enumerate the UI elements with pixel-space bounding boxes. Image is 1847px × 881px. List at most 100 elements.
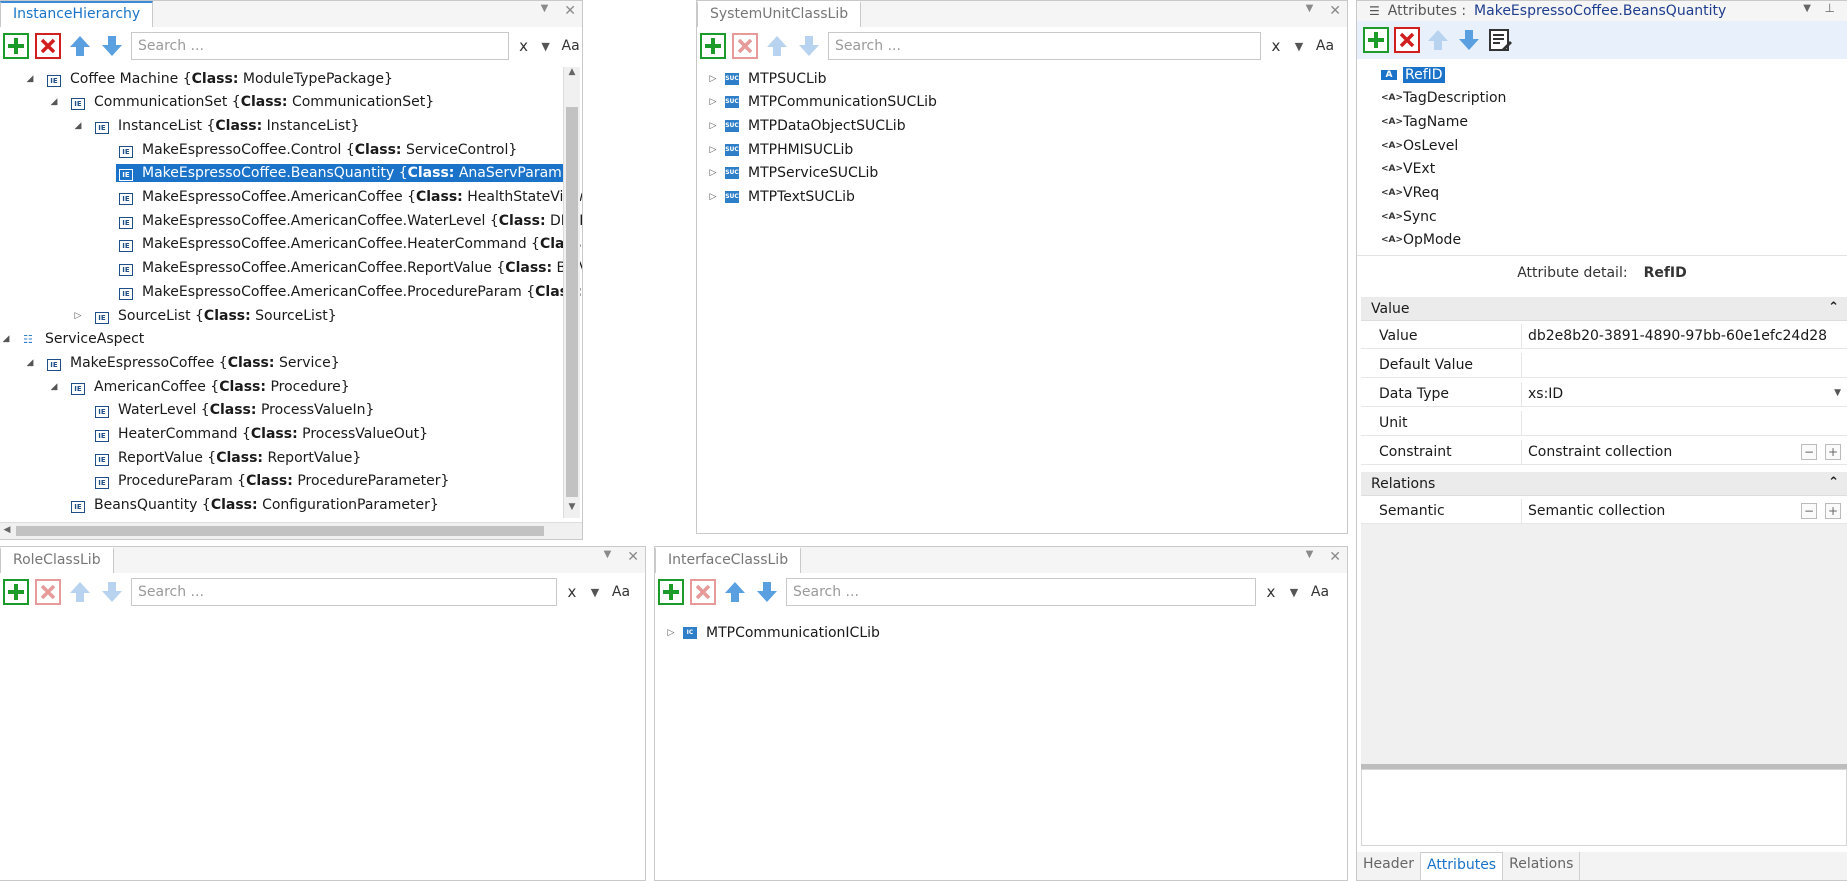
tree-node[interactable]: ▷ IE SourceList {Class: SourceList} <box>72 304 340 327</box>
attribute-item[interactable]: <A> VExt <box>1381 158 1435 181</box>
search-input[interactable] <box>131 32 510 60</box>
clear-search-button[interactable]: x <box>515 37 532 55</box>
tab-instance-hierarchy[interactable]: InstanceHierarchy <box>0 1 154 27</box>
tab-header[interactable]: Header <box>1357 852 1421 880</box>
move-up-button[interactable] <box>764 33 790 59</box>
tree-node[interactable]: IE MakeEspressoCoffee.Control {Class: Ser… <box>96 138 520 161</box>
panel-menu-icon[interactable]: ▼ <box>604 549 612 565</box>
search-input[interactable] <box>131 578 557 606</box>
tab-relations[interactable]: Relations <box>1503 852 1581 880</box>
tree-node-suc-lib[interactable]: ▷ SUC MTPCommunicationSUCLib <box>707 91 937 114</box>
add-button[interactable] <box>3 33 29 59</box>
expand-icon[interactable]: ▷ <box>72 311 84 321</box>
tree-node[interactable]: IE ProcedureParam {Class: ProcedureParame… <box>72 470 452 493</box>
property-value[interactable]: Semantic collection <box>1521 499 1847 523</box>
move-up-button[interactable] <box>722 579 748 605</box>
collapse-icon[interactable]: ◢ <box>48 382 60 392</box>
expand-icon[interactable]: ▷ <box>707 121 719 131</box>
close-icon[interactable]: ✕ <box>1329 549 1341 565</box>
add-attribute-button[interactable] <box>1363 27 1389 53</box>
add-button[interactable] <box>3 579 29 605</box>
tree-node-label[interactable]: IE MakeEspressoCoffee.Control {Class: Ser… <box>116 141 520 159</box>
tree-node[interactable]: IE BeansQuantity {Class: ConfigurationPar… <box>48 494 442 517</box>
panel-menu-icon[interactable]: ▼ <box>1306 3 1314 19</box>
chevron-down-icon[interactable]: ▼ <box>1834 388 1841 398</box>
attribute-item[interactable]: <A> Sync <box>1381 205 1437 228</box>
pin-icon[interactable]: ⊥ <box>1825 1 1835 15</box>
tree-node[interactable]: ◢ IE MakeEspressoCoffee {Class: Service} <box>24 351 343 374</box>
panel-menu-icon[interactable]: ▼ <box>1306 549 1314 565</box>
tab-attributes[interactable]: Attributes <box>1420 852 1504 880</box>
tab-system-unit-class-lib[interactable]: SystemUnitClassLib <box>697 1 862 27</box>
expand-icon[interactable]: ▷ <box>707 145 719 155</box>
hscroll-thumb[interactable] <box>16 526 544 536</box>
attribute-item[interactable]: <A> OsLevel <box>1381 134 1458 157</box>
tree-node[interactable]: IE MakeEspressoCoffee.AmericanCoffee.Proc… <box>96 280 582 303</box>
attribute-item[interactable]: A RefID <box>1381 63 1445 86</box>
move-down-button[interactable] <box>1456 27 1482 53</box>
search-options-dropdown[interactable]: ▼ <box>587 586 603 599</box>
tree-node[interactable]: ◢ IE AmericanCoffee {Class: Procedure} <box>48 375 353 398</box>
tree-node-label[interactable]: IE MakeEspressoCoffee {Class: Service} <box>44 354 343 372</box>
move-up-button[interactable] <box>67 579 93 605</box>
close-icon[interactable]: ✕ <box>564 3 576 19</box>
collapse-icon[interactable]: ◢ <box>48 97 60 107</box>
add-item-button[interactable]: + <box>1825 444 1841 460</box>
match-case-button[interactable]: Aa <box>609 584 633 600</box>
tree-node-label[interactable]: IE ProcedureParam {Class: ProcedureParame… <box>92 472 452 490</box>
attribute-item[interactable]: <A> VReq <box>1381 182 1439 205</box>
collapse-icon[interactable]: ◢ <box>0 334 12 344</box>
clear-search-button[interactable]: x <box>1267 37 1285 55</box>
value-section-header[interactable]: Value ⌃ <box>1361 297 1847 321</box>
tree-node[interactable]: ◢ IE InstanceList {Class: InstanceList} <box>72 114 363 137</box>
property-value[interactable] <box>1521 353 1847 377</box>
move-down-button[interactable] <box>99 579 125 605</box>
search-input[interactable] <box>828 32 1261 60</box>
property-row[interactable]: Default Value <box>1361 353 1847 378</box>
clear-search-button[interactable]: x <box>563 583 581 601</box>
expand-icon[interactable]: ▷ <box>707 192 719 202</box>
property-row[interactable]: Constraint Constraint collection − + <box>1361 440 1847 465</box>
tree-node[interactable]: ◢ ☷ ServiceAspect <box>0 328 147 351</box>
panel-menu-icon[interactable]: ▼ <box>541 3 549 19</box>
search-input[interactable] <box>786 578 1256 606</box>
attribute-item[interactable]: <A> TagName <box>1381 110 1468 133</box>
match-case-button[interactable]: Aa <box>559 38 582 54</box>
tree-node[interactable]: IE MakeEspressoCoffee.AmericanCoffee.Wate… <box>96 209 582 232</box>
move-down-button[interactable] <box>796 33 822 59</box>
tree-node[interactable]: ◢ IE Coffee Machine {Class: ModuleTypePack… <box>24 67 396 90</box>
collapse-icon[interactable]: ⌃ <box>1828 475 1839 490</box>
tree-node-label[interactable]: ☷ ServiceAspect <box>20 330 147 348</box>
match-case-button[interactable]: Aa <box>1313 38 1337 54</box>
tree-node-label[interactable]: IE MakeEspressoCoffee.AmericanCoffee {Cla… <box>116 188 582 206</box>
tree-node-label[interactable]: IE MakeEspressoCoffee.AmericanCoffee.Wate… <box>116 212 582 230</box>
tab-interface-class-lib[interactable]: InterfaceClassLib <box>655 547 802 573</box>
move-up-button[interactable] <box>1425 27 1451 53</box>
panel-menu-icon[interactable]: ▼ <box>1803 3 1811 14</box>
tree-node-interface-lib[interactable]: ▷ IC MTPCommunicationICLib <box>665 621 880 644</box>
tree-node-label[interactable]: IE HeaterCommand {Class: ProcessValueOut} <box>92 425 431 443</box>
property-value[interactable]: xs:ID <box>1521 382 1847 406</box>
tree-node-label[interactable]: IE MakeEspressoCoffee.AmericanCoffee.Repo… <box>116 259 582 277</box>
scroll-up-icon[interactable]: ▲ <box>564 67 580 83</box>
property-row[interactable]: Semantic Semantic collection − + <box>1361 499 1847 524</box>
property-value[interactable]: db2e8b20-3891-4890-97bb-60e1efc24d28 <box>1521 324 1847 348</box>
add-button[interactable] <box>700 33 726 59</box>
horizontal-scrollbar[interactable]: ◀ ▶ <box>0 522 582 539</box>
tree-node-label[interactable]: IE Coffee Machine {Class: ModuleTypePacka… <box>44 70 396 88</box>
scroll-thumb[interactable] <box>566 107 578 497</box>
scroll-left-icon[interactable]: ◀ <box>0 525 14 535</box>
add-item-button[interactable]: + <box>1825 503 1841 519</box>
move-down-button[interactable] <box>754 579 780 605</box>
property-value[interactable]: Constraint collection <box>1521 440 1847 464</box>
search-options-dropdown[interactable]: ▼ <box>538 40 553 53</box>
delete-button[interactable] <box>690 579 716 605</box>
remove-item-button[interactable]: − <box>1801 503 1817 519</box>
tree-node[interactable]: IE WaterLevel {Class: ProcessValueIn} <box>72 399 377 422</box>
tree-node-label[interactable]: IE MakeEspressoCoffee.AmericanCoffee.Proc… <box>116 283 582 301</box>
scroll-down-icon[interactable]: ▼ <box>564 502 580 518</box>
tree-node-label[interactable]: IE WaterLevel {Class: ProcessValueIn} <box>92 401 377 419</box>
tree-node-label[interactable]: IE InstanceList {Class: InstanceList} <box>92 117 363 135</box>
tree-node[interactable]: IE MakeEspressoCoffee.AmericanCoffee.Repo… <box>96 257 582 280</box>
move-down-button[interactable] <box>99 33 125 59</box>
